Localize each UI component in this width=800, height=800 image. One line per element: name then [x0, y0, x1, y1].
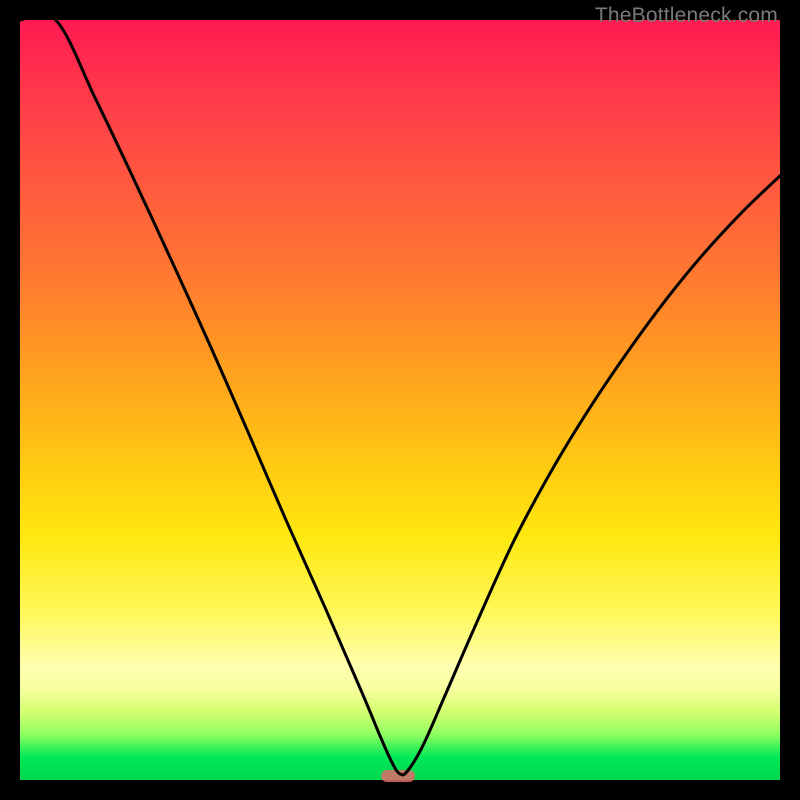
chart-frame: TheBottleneck.com	[0, 0, 800, 800]
watermark-text: TheBottleneck.com	[595, 4, 778, 28]
curve-path	[20, 20, 780, 775]
bottleneck-curve	[20, 20, 780, 780]
plot-area	[20, 20, 780, 780]
